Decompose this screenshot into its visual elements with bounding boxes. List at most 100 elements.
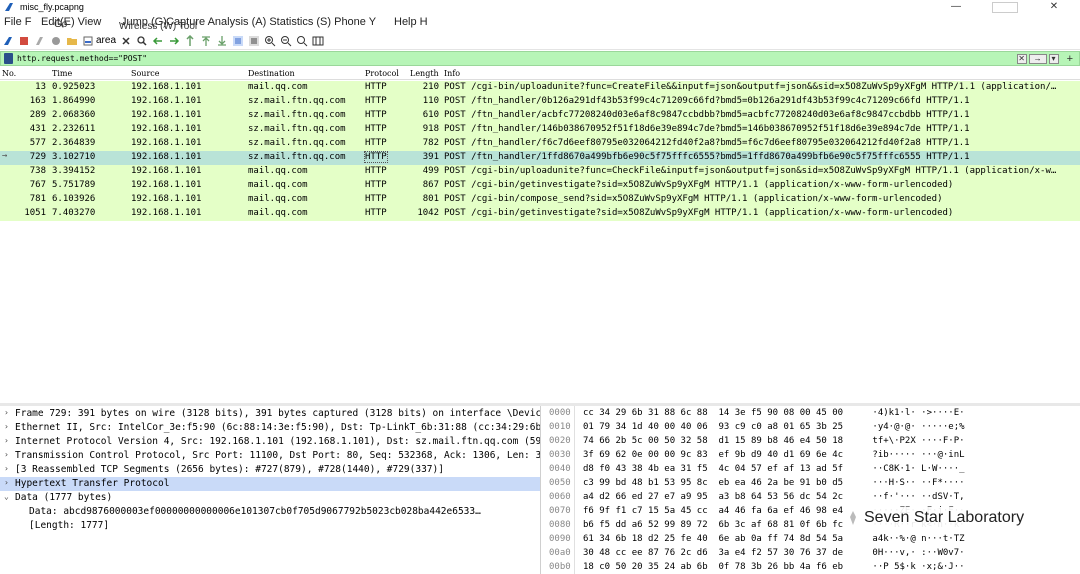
- minimize-button[interactable]: —: [948, 1, 964, 13]
- bytes-row[interactable]: 00b0 18 c0 50 20 35 24 ab 6b 0f 78 3b 26 …: [542, 561, 1080, 574]
- filter-history-dropdown-icon[interactable]: ▾: [1048, 53, 1059, 64]
- collapsed-chevron-icon[interactable]: ›: [4, 422, 9, 431]
- clear-filter-icon[interactable]: ✕: [1016, 53, 1027, 64]
- maximize-button[interactable]: [992, 1, 1018, 13]
- packet-row[interactable]: 781 6.103926 192.168.1.101 mail.qq.com HTTP 8…: [0, 193, 1080, 207]
- packet-length-cell: 110: [422, 96, 439, 106]
- detail-tree-item[interactable]: › Transmission Control Protocol, Src Port…: [0, 449, 540, 463]
- stop-capture-icon[interactable]: [18, 35, 30, 47]
- capture-options-icon[interactable]: [50, 35, 62, 47]
- menu-edit-view[interactable]: Edit(E) View: [41, 16, 101, 28]
- packet-info-cell: POST /cgi-bin/getinvestigate?sid=x5O8ZuW…: [444, 208, 954, 218]
- packet-source-cell: 192.168.1.101: [131, 166, 202, 176]
- collapsed-chevron-icon[interactable]: ›: [4, 478, 9, 487]
- col-header-info[interactable]: Info: [444, 69, 460, 78]
- detail-tree-item[interactable]: [Length: 1777]: [0, 519, 540, 533]
- col-header-source[interactable]: Source: [131, 69, 160, 78]
- colorize-icon[interactable]: [248, 35, 260, 47]
- packet-source-cell: 192.168.1.101: [131, 124, 202, 134]
- find-packet-icon[interactable]: [136, 35, 148, 47]
- detail-tree-item[interactable]: › Frame 729: 391 bytes on wire (3128 bits…: [0, 407, 540, 421]
- col-header-time[interactable]: Time: [52, 69, 72, 78]
- zoom-out-icon[interactable]: [280, 35, 292, 47]
- bytes-offset: 0010: [549, 422, 571, 432]
- open-file-icon[interactable]: [66, 35, 78, 47]
- start-capture-icon[interactable]: [2, 35, 14, 47]
- restart-capture-icon[interactable]: [34, 35, 46, 47]
- go-forward-icon[interactable]: [168, 35, 180, 47]
- menu-go-overlay[interactable]: Go: [54, 19, 67, 30]
- last-packet-icon[interactable]: [216, 35, 228, 47]
- bytes-row[interactable]: 0040 d8 f0 43 38 4b ea 31 f5 4c 04 57 ef …: [542, 463, 1080, 477]
- packet-row[interactable]: 767 5.751789 192.168.1.101 mail.qq.com HTTP 8…: [0, 179, 1080, 193]
- bytes-row[interactable]: 0020 74 66 2b 5c 00 50 32 58 d1 15 89 b8 …: [542, 435, 1080, 449]
- packet-row[interactable]: 738 3.394152 192.168.1.101 mail.qq.com HTTP 4…: [0, 165, 1080, 179]
- bytes-offset: 0080: [549, 520, 571, 530]
- detail-tree-item[interactable]: › Hypertext Transfer Protocol: [0, 477, 540, 491]
- bytes-hex: d8 f0 43 38 4b ea 31 f5 4c 04 57 ef af 1…: [583, 464, 844, 474]
- collapsed-chevron-icon[interactable]: ›: [4, 408, 9, 417]
- go-back-icon[interactable]: [152, 35, 164, 47]
- close-file-icon[interactable]: [120, 35, 132, 47]
- bytes-hex: 18 c0 50 20 35 24 ab 6b 0f 78 3b 26 bb 4…: [583, 562, 844, 572]
- packet-row[interactable]: 289 2.068360 192.168.1.101 sz.mail.ftn.qq.c…: [0, 109, 1080, 123]
- detail-tree-item[interactable]: › Ethernet II, Src: IntelCor_3e:f5:90 (6c…: [0, 421, 540, 435]
- detail-tree-item[interactable]: ⌄ Data (1777 bytes): [0, 491, 540, 505]
- detail-item-text: Data: abcd9876000003ef00000000000006e101…: [29, 506, 481, 517]
- normal-size-icon[interactable]: [296, 35, 308, 47]
- col-header-destination[interactable]: Destination: [248, 69, 295, 78]
- detail-tree-item[interactable]: Data: abcd9876000003ef00000000000006e101…: [0, 505, 540, 519]
- packet-length-cell: 918: [422, 124, 439, 134]
- menu-file[interactable]: File F: [4, 16, 32, 28]
- menu-help[interactable]: Help H: [394, 16, 428, 28]
- bytes-row[interactable]: 0010 01 79 34 1d 40 00 40 06 93 c9 c0 a8 …: [542, 421, 1080, 435]
- detail-tree-item[interactable]: › [3 Reassembled TCP Segments (2656 bytes…: [0, 463, 540, 477]
- first-packet-icon[interactable]: [200, 35, 212, 47]
- close-button[interactable]: ✕: [1046, 1, 1062, 13]
- packet-row[interactable]: 163 1.864990 192.168.1.101 sz.mail.ftn.qq.c…: [0, 95, 1080, 109]
- packet-no-cell: 738: [29, 166, 46, 176]
- bytes-row[interactable]: 0030 3f 69 62 0e 00 00 9c 83 ef 9b d9 40 …: [542, 449, 1080, 463]
- packet-row[interactable]: 729 3.102710 192.168.1.101 sz.mail.ftn.qq.c…: [0, 151, 1080, 165]
- go-to-packet-icon[interactable]: [184, 34, 196, 47]
- packet-length-cell: 782: [422, 138, 439, 148]
- window-title: misc_fly.pcapng: [20, 2, 84, 12]
- collapsed-chevron-icon[interactable]: ›: [4, 436, 9, 445]
- packet-time-cell: 2.068360: [52, 110, 96, 120]
- packet-no-cell: 289: [29, 110, 46, 120]
- display-filter-input[interactable]: [17, 52, 1017, 65]
- bytes-hex: 3f 69 62 0e 00 00 9c 83 ef 9b d9 40 d1 6…: [583, 450, 844, 460]
- packet-time-cell: 1.864990: [52, 96, 96, 106]
- col-header-protocol[interactable]: Protocol: [365, 69, 399, 78]
- packet-row[interactable]: 13 0.925023 192.168.1.101 mail.qq.com HTTP 21…: [0, 81, 1080, 95]
- filter-bookmark-icon[interactable]: [4, 53, 13, 64]
- packet-info-cell: POST /ftn_handler/146b038670952f51f18d6e…: [444, 124, 970, 134]
- packet-row[interactable]: 431 2.232611 192.168.1.101 sz.mail.ftn.qq.c…: [0, 123, 1080, 137]
- bytes-row[interactable]: 0060 a4 d2 66 ed 27 e7 a9 95 a3 b8 64 53 …: [542, 491, 1080, 505]
- detail-tree-item[interactable]: › Internet Protocol Version 4, Src: 192.1…: [0, 435, 540, 449]
- collapsed-chevron-icon[interactable]: ›: [4, 450, 9, 459]
- add-filter-button-icon[interactable]: +: [1067, 53, 1073, 65]
- bytes-offset: 0030: [549, 450, 571, 460]
- collapsed-chevron-icon[interactable]: ›: [4, 464, 9, 473]
- packet-row[interactable]: 1051 7.403270 192.168.1.101 mail.qq.com HTTP…: [0, 207, 1080, 221]
- menu-wireless-tool-overlay[interactable]: Wireless (W) Tool: [119, 21, 197, 32]
- menu-capture-analysis-statistics-phone[interactable]: Capture Analysis (A) Statistics (S) Phon…: [166, 16, 376, 28]
- col-header-no[interactable]: No.: [2, 69, 16, 78]
- packet-row[interactable]: 577 2.364839 192.168.1.101 sz.mail.ftn.qq.c…: [0, 137, 1080, 151]
- expanded-chevron-icon[interactable]: ⌄: [4, 492, 9, 501]
- bytes-row[interactable]: 0000 cc 34 29 6b 31 88 6c 88 14 3e f5 90 …: [542, 407, 1080, 421]
- bytes-row[interactable]: 0050 c3 99 bd 48 b1 53 95 8c eb ea 46 2a …: [542, 477, 1080, 491]
- col-header-length[interactable]: Length: [410, 69, 439, 78]
- apply-filter-icon[interactable]: →: [1028, 53, 1047, 64]
- bytes-row[interactable]: 00a0 30 48 cc ee 87 76 2c d6 3a e4 f2 57 …: [542, 547, 1080, 561]
- resize-columns-icon[interactable]: [312, 35, 324, 47]
- wireshark-fin-icon: [5, 3, 13, 11]
- auto-scroll-icon[interactable]: [232, 35, 244, 47]
- bytes-offset: 0000: [549, 408, 571, 418]
- packet-time-cell: 0.925023: [52, 82, 96, 92]
- zoom-in-icon[interactable]: [264, 35, 276, 47]
- bytes-hex: 30 48 cc ee 87 76 2c d6 3a e4 f2 57 30 7…: [583, 548, 844, 558]
- bytes-row[interactable]: 0090 61 34 6b 18 d2 25 fe 40 6e ab 0a ff …: [542, 533, 1080, 547]
- save-file-icon[interactable]: [82, 35, 94, 47]
